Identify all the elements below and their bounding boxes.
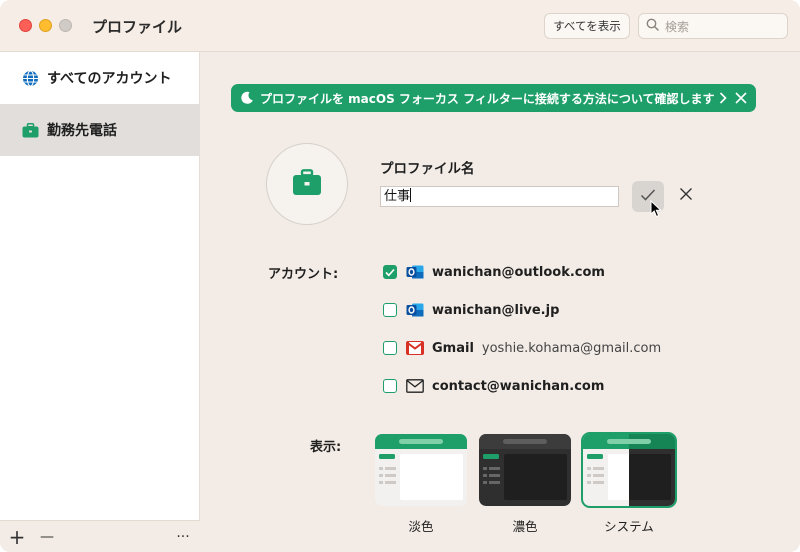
remove-profile-button[interactable]: — <box>36 526 58 548</box>
account-email: contact@wanichan.com <box>432 378 605 394</box>
chevron-right-icon[interactable] <box>718 90 728 109</box>
account-row-gmail[interactable]: Gmail yoshie.kohama@gmail.com <box>383 338 661 358</box>
mouse-pointer-icon <box>650 199 663 222</box>
account-checkbox[interactable] <box>383 265 397 279</box>
window-title: プロファイル <box>92 18 183 36</box>
show-all-button[interactable]: すべてを表示 <box>544 13 630 39</box>
theme-dark-option[interactable] <box>479 434 571 506</box>
theme-dark-label: 濃色 <box>512 519 538 534</box>
profiles-window: プロファイル すべてを表示 検索 すべてのアカウント 勤務先電話 + — ··· <box>0 0 800 552</box>
account-email: wanichan@outlook.com <box>432 264 605 280</box>
sidebar-item-label: すべてのアカウント <box>47 71 172 87</box>
theme-light-option[interactable] <box>375 434 467 506</box>
account-email: wanichan@live.jp <box>432 302 560 318</box>
outlook-icon <box>406 263 424 281</box>
sidebar-item-label: 勤務先電話 <box>47 123 117 139</box>
close-icon <box>679 187 693 205</box>
moon-icon <box>240 91 254 105</box>
globe-icon <box>22 69 39 87</box>
sidebar-item-all-accounts[interactable]: すべてのアカウント <box>0 52 200 104</box>
account-checkbox[interactable] <box>383 341 397 355</box>
briefcase-icon <box>22 122 39 139</box>
account-provider: Gmail <box>432 340 474 356</box>
add-profile-button[interactable]: + <box>6 525 28 549</box>
focus-filter-banner[interactable]: プロファイルを macOS フォーカス フィルターに接続する方法について確認しま… <box>231 84 756 112</box>
theme-system-label: システム <box>604 519 654 534</box>
title-bar: プロファイル すべてを表示 検索 <box>0 0 800 52</box>
briefcase-icon <box>292 168 322 200</box>
account-email: yoshie.kohama@gmail.com <box>481 340 662 356</box>
search-icon <box>646 18 659 35</box>
theme-system-option[interactable] <box>581 432 677 508</box>
account-row-contact[interactable]: contact@wanichan.com <box>383 376 604 396</box>
account-checkbox[interactable] <box>383 303 397 317</box>
sidebar-item-work-phone[interactable]: 勤務先電話 <box>0 104 200 156</box>
text-caret <box>410 188 412 202</box>
close-icon[interactable] <box>734 90 748 109</box>
search-input[interactable]: 検索 <box>638 13 788 39</box>
accounts-label: アカウント: <box>268 267 339 282</box>
mail-icon <box>406 377 424 395</box>
more-options-button[interactable]: ··· <box>172 526 194 548</box>
cancel-name-button[interactable] <box>676 186 696 206</box>
profile-name-input[interactable]: 仕事 <box>380 186 619 207</box>
profile-name-label: プロファイル名 <box>380 161 475 177</box>
banner-text: プロファイルを macOS フォーカス フィルターに接続する方法について確認しま… <box>260 91 715 106</box>
account-row-outlook[interactable]: wanichan@outlook.com <box>383 262 605 282</box>
sidebar-footer: + — ··· <box>0 520 200 552</box>
close-window-button[interactable] <box>19 19 32 32</box>
sidebar: すべてのアカウント 勤務先電話 + — ··· <box>0 52 200 552</box>
profile-name-value: 仕事 <box>384 189 411 204</box>
account-row-live[interactable]: wanichan@live.jp <box>383 300 559 320</box>
zoom-window-button[interactable] <box>59 19 72 32</box>
minimize-window-button[interactable] <box>39 19 52 32</box>
account-checkbox[interactable] <box>383 379 397 393</box>
profile-avatar[interactable] <box>266 143 348 225</box>
display-label: 表示: <box>310 440 342 455</box>
gmail-icon <box>406 339 424 357</box>
search-placeholder: 検索 <box>665 19 690 34</box>
theme-light-label: 淡色 <box>408 519 434 534</box>
outlook-icon <box>406 301 424 319</box>
